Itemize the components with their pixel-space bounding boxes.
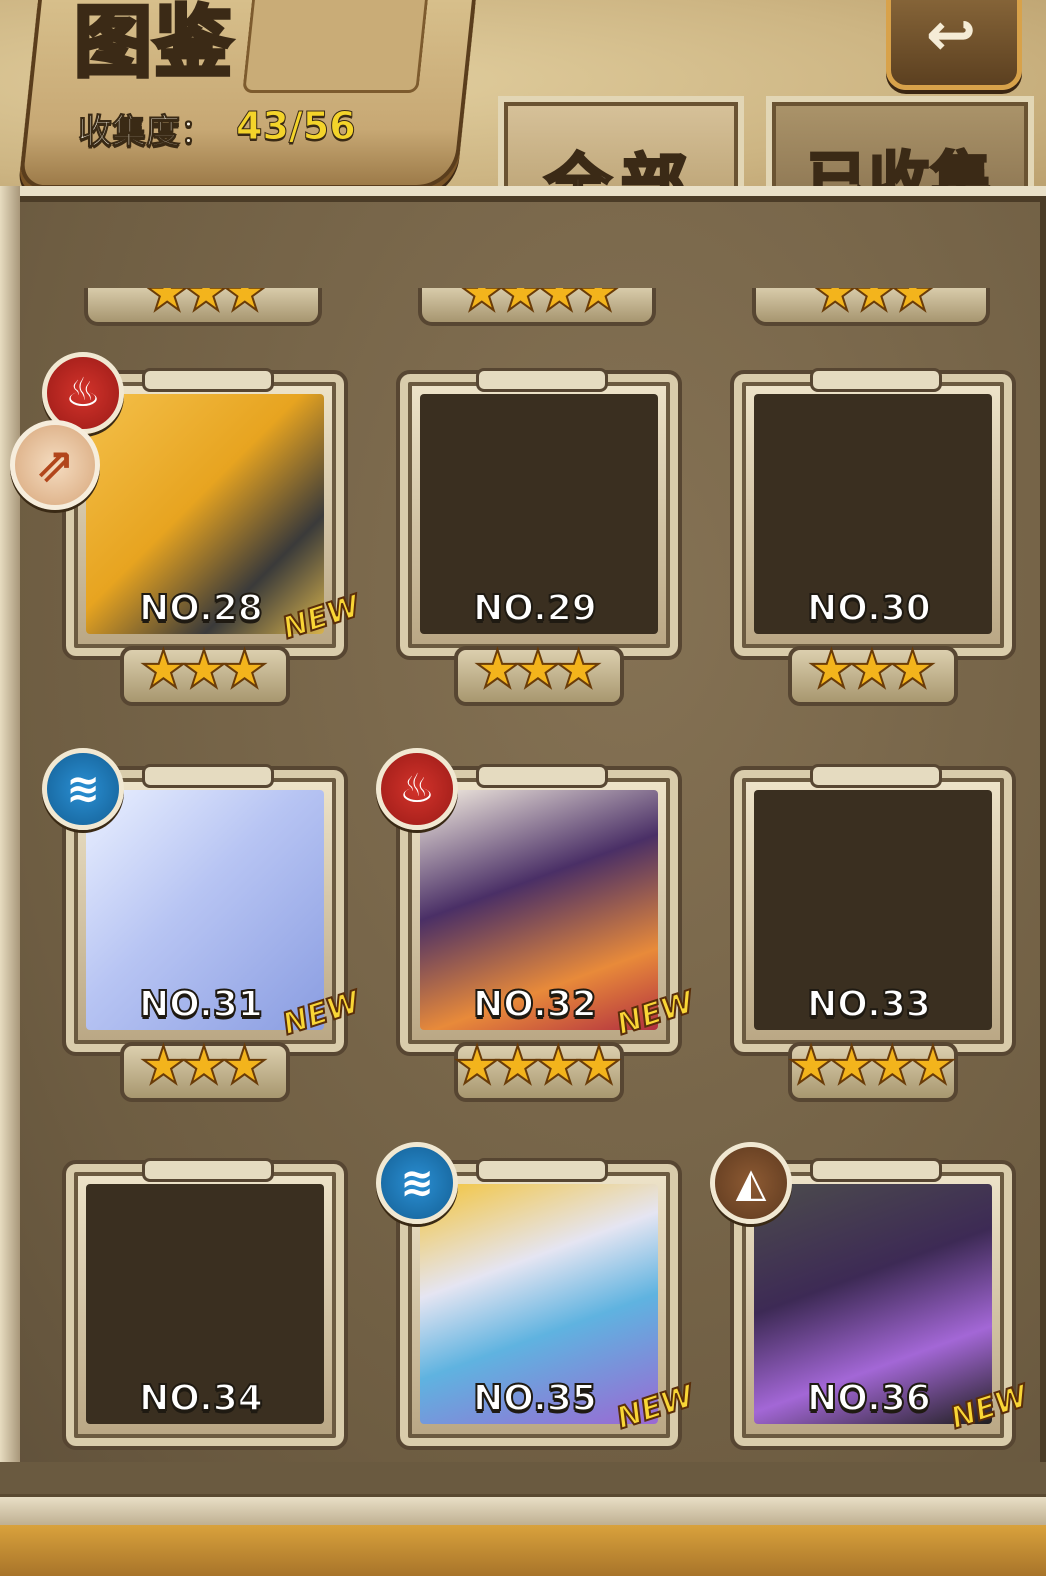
collection-progress: 43/56 (236, 104, 357, 149)
book-page (242, 0, 428, 93)
frame-top (476, 764, 608, 788)
rarity-stars: ★★★ (139, 640, 269, 700)
frame-top (142, 1158, 274, 1182)
earth-element-icon: ◭ (710, 1142, 792, 1224)
scroll-clip-edge (0, 1462, 1046, 1494)
bottom-strip (0, 1525, 1046, 1576)
rarity-stars: ★★★★ (787, 1036, 957, 1096)
card-no33[interactable]: ★★★★ NO.33 (724, 752, 1016, 1102)
water-element-icon: ≋ (42, 748, 124, 830)
partial-card-stars: ★★★ (84, 288, 322, 326)
collection-label: 收集度： (78, 112, 215, 153)
frame-top (142, 368, 274, 392)
card-number: NO.33 (806, 983, 932, 1026)
card-no30[interactable]: ★★★ NO.30 (724, 356, 1016, 706)
frame-top (142, 764, 274, 788)
frame-top (810, 764, 942, 788)
fire-element-icon: ♨ (376, 748, 458, 830)
partial-stars: ★★★ (144, 288, 268, 322)
partial-card-stars: ★★★ (752, 288, 990, 326)
panel-left-rail (0, 186, 20, 1526)
class-badge-icon: ⇗ (10, 420, 100, 510)
card-number: NO.34 (138, 1377, 264, 1420)
frame-top (476, 1158, 608, 1182)
card-number: NO.29 (472, 587, 598, 630)
rarity-stars: ★★★ (807, 640, 937, 700)
frame-top (810, 368, 942, 392)
rarity-stars: ★★★★ (453, 1036, 623, 1096)
frame-top (476, 368, 608, 392)
panel-bottom-rail (0, 1494, 1046, 1528)
frame-top (810, 1158, 942, 1182)
back-arrow-icon: ↩ (925, 0, 977, 70)
partial-stars: ★★★ (812, 288, 936, 322)
card-no29[interactable]: ★★★ NO.29 (390, 356, 682, 706)
rarity-stars: ★★★ (473, 640, 603, 700)
partial-card-stars: ★★★★ (418, 288, 656, 326)
partial-stars: ★★★★ (458, 288, 621, 322)
page-title: 图鉴 (72, 0, 235, 90)
card-number: NO.30 (806, 587, 932, 630)
water-element-icon: ≋ (376, 1142, 458, 1224)
back-button[interactable]: ↩ (886, 0, 1022, 90)
card-no34[interactable]: NO.34 (56, 1146, 348, 1496)
rarity-stars: ★★★ (139, 1036, 269, 1096)
